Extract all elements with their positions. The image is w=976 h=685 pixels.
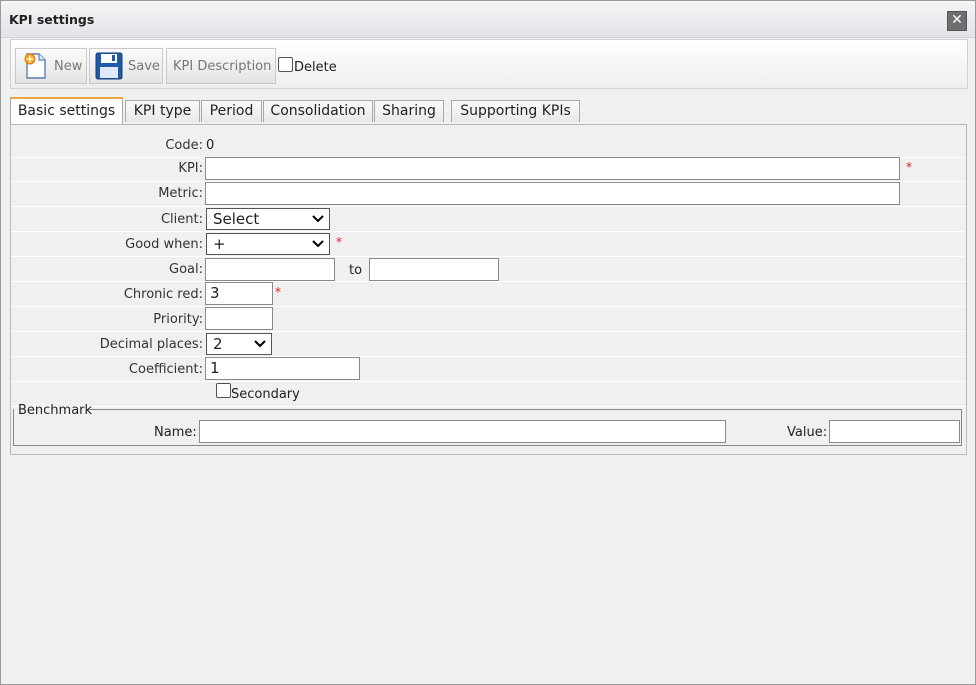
- goal-row: Goal: to: [11, 257, 966, 282]
- tab-supporting-kpis[interactable]: Supporting KPIs: [451, 100, 580, 122]
- good-when-row: Good when: + *: [11, 232, 966, 257]
- floppy-disk-icon: [95, 52, 123, 80]
- benchmark-fieldset: Benchmark Name: Value:: [13, 403, 962, 446]
- kpi-label: KPI:: [178, 161, 203, 176]
- tab-period[interactable]: Period: [201, 100, 262, 122]
- good-when-label: Good when:: [125, 237, 203, 252]
- priority-row: Priority:: [11, 307, 966, 332]
- kpi-row: KPI: *: [11, 157, 966, 182]
- toolbar: New Save KPI Description Delete: [10, 39, 968, 89]
- delete-label: Delete: [294, 60, 337, 75]
- title-bar: KPI settings ✕: [1, 1, 975, 38]
- benchmark-legend: Benchmark: [18, 403, 93, 418]
- metric-row: Metric:: [11, 182, 966, 207]
- good-when-select-value: +: [213, 235, 226, 253]
- window-title: KPI settings: [9, 12, 95, 27]
- goal-to-label: to: [349, 263, 363, 278]
- chevron-down-icon: [312, 240, 324, 248]
- secondary-checkbox[interactable]: [216, 383, 231, 398]
- save-button-label: Save: [128, 59, 160, 74]
- code-row: Code: 0: [11, 133, 966, 158]
- client-row: Client: Select: [11, 207, 966, 232]
- benchmark-value-input[interactable]: [829, 420, 960, 443]
- secondary-row: Secondary: [11, 382, 966, 407]
- metric-input[interactable]: [205, 182, 900, 205]
- chevron-down-icon: [312, 215, 324, 223]
- kpi-description-label: KPI Description: [173, 59, 272, 74]
- tab-sharing[interactable]: Sharing: [374, 100, 444, 122]
- kpi-input[interactable]: [205, 157, 900, 180]
- required-marker: *: [906, 160, 912, 174]
- kpi-settings-dialog: KPI settings ✕ New Save KPI Description …: [0, 0, 976, 685]
- client-select[interactable]: Select: [206, 208, 330, 230]
- decimal-places-select-value: 2: [213, 335, 223, 353]
- metric-label: Metric:: [158, 186, 203, 201]
- coefficient-label: Coefficient:: [128, 362, 203, 377]
- kpi-description-button[interactable]: KPI Description: [166, 48, 276, 84]
- basic-settings-panel: Code: 0 KPI: * Metric: Client: Select Go…: [10, 124, 967, 455]
- chronic-red-input[interactable]: 3: [205, 282, 273, 305]
- new-document-icon: [24, 53, 46, 79]
- client-label: Client:: [160, 212, 203, 227]
- close-button[interactable]: ✕: [947, 11, 967, 31]
- benchmark-value-label: Value:: [787, 425, 828, 440]
- coefficient-input[interactable]: 1: [205, 357, 360, 380]
- tab-consolidation[interactable]: Consolidation: [263, 100, 373, 122]
- close-icon: ✕: [951, 12, 963, 28]
- client-select-value: Select: [213, 210, 260, 228]
- goal-to-input[interactable]: [369, 258, 499, 281]
- required-marker: *: [275, 285, 281, 299]
- chronic-red-label: Chronic red:: [123, 287, 203, 302]
- benchmark-name-input[interactable]: [199, 420, 726, 443]
- delete-checkbox[interactable]: [278, 57, 293, 72]
- new-button[interactable]: New: [15, 48, 87, 84]
- code-value: 0: [206, 138, 215, 153]
- good-when-select[interactable]: +: [206, 233, 330, 255]
- required-marker: *: [336, 235, 342, 249]
- secondary-label: Secondary: [231, 387, 300, 402]
- priority-input[interactable]: [205, 307, 273, 330]
- tab-kpi-type[interactable]: KPI type: [125, 100, 200, 122]
- code-label: Code:: [165, 138, 203, 153]
- benchmark-name-label: Name:: [154, 425, 197, 440]
- goal-label: Goal:: [169, 262, 203, 277]
- chevron-down-icon: [254, 340, 266, 348]
- decimal-places-row: Decimal places: 2: [11, 332, 966, 357]
- coefficient-row: Coefficient: 1: [11, 357, 966, 382]
- decimal-places-label: Decimal places:: [99, 337, 203, 352]
- goal-from-input[interactable]: [205, 258, 335, 281]
- decimal-places-select[interactable]: 2: [206, 333, 272, 355]
- new-button-label: New: [54, 59, 83, 74]
- chronic-red-row: Chronic red: 3 *: [11, 282, 966, 307]
- tab-basic-settings[interactable]: Basic settings: [10, 97, 123, 124]
- save-button[interactable]: Save: [89, 48, 163, 84]
- priority-label: Priority:: [153, 312, 203, 327]
